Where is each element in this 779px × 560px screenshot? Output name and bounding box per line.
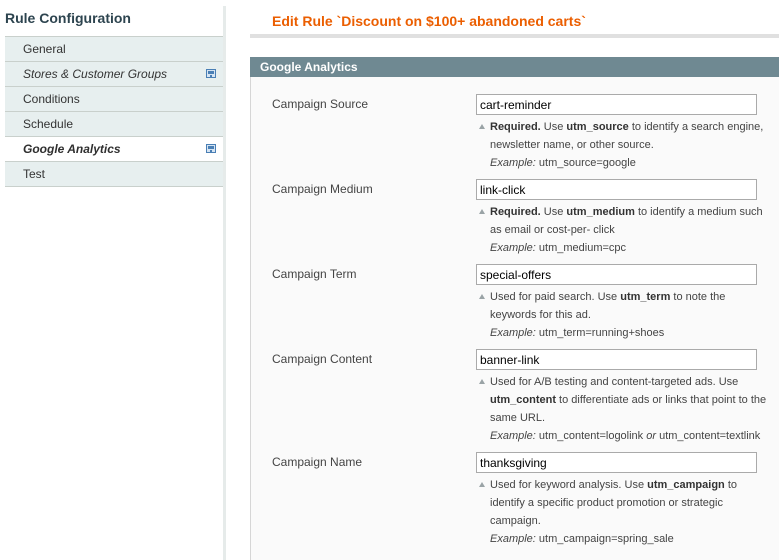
example-value: utm_source=google	[535, 157, 636, 169]
campaign-content-note: Used for A/B testing and content-targete…	[478, 373, 768, 445]
campaign-term-note: Used for paid search. Use utm_term to no…	[478, 288, 768, 342]
campaign-source-input[interactable]	[476, 94, 757, 115]
note-arrow-icon	[479, 209, 485, 214]
note-arrow-icon	[479, 294, 485, 299]
param-name: utm_source	[566, 121, 629, 133]
note-arrow-icon	[479, 482, 485, 487]
param-name: utm_campaign	[647, 479, 725, 491]
campaign-name-input[interactable]	[476, 452, 757, 473]
changed-icon	[206, 144, 216, 153]
tab-general[interactable]: General	[5, 37, 225, 62]
tab-label: Schedule	[23, 117, 74, 131]
page-title: Edit Rule `Discount on $100+ abandoned c…	[272, 13, 586, 29]
tab-stores-customer-groups[interactable]: Stores & Customer Groups	[5, 62, 225, 87]
campaign-source-label: Campaign Source	[272, 97, 369, 111]
tab-label: Test	[23, 167, 46, 181]
tab-conditions[interactable]: Conditions	[5, 87, 225, 112]
campaign-name-note: Used for keyword analysis. Use utm_campa…	[478, 476, 768, 548]
title-divider	[250, 34, 779, 38]
required-text: Required.	[490, 121, 541, 133]
tab-label: Google Analytics	[23, 142, 121, 156]
example-value: utm_content=textlink	[656, 430, 761, 442]
example-value: utm_content=logolink	[535, 430, 647, 442]
example-value: utm_campaign=spring_sale	[535, 533, 674, 545]
required-text: Required.	[490, 206, 541, 218]
tab-label: General	[23, 42, 66, 56]
sidebar-tabs: General Stores & Customer Groups Conditi…	[5, 36, 225, 187]
campaign-content-label: Campaign Content	[272, 352, 373, 366]
tab-schedule[interactable]: Schedule	[5, 112, 225, 137]
campaign-medium-note: Required. Use utm_medium to identify a m…	[478, 203, 768, 257]
campaign-term-input[interactable]	[476, 264, 757, 285]
campaign-source-note: Required. Use utm_source to identify a s…	[478, 118, 768, 172]
sidebar: Rule Configuration General Stores & Cust…	[0, 0, 225, 560]
campaign-medium-label: Campaign Medium	[272, 182, 373, 196]
campaign-term-label: Campaign Term	[272, 267, 357, 281]
param-name: utm_term	[620, 291, 671, 303]
note-arrow-icon	[479, 379, 485, 384]
changed-icon	[206, 69, 216, 78]
campaign-name-label: Campaign Name	[272, 455, 363, 469]
param-name: utm_content	[490, 394, 556, 406]
campaign-content-input[interactable]	[476, 349, 757, 370]
example-value: utm_term=running+shoes	[535, 327, 665, 339]
main-content: Edit Rule `Discount on $100+ abandoned c…	[250, 0, 779, 560]
example-value: utm_medium=cpc	[535, 242, 627, 254]
fieldset-body: Campaign Source Required. Use utm_source…	[250, 77, 779, 560]
note-arrow-icon	[479, 124, 485, 129]
tab-test[interactable]: Test	[5, 162, 225, 187]
sidebar-title: Rule Configuration	[5, 10, 131, 26]
tab-label: Conditions	[23, 92, 80, 106]
param-name: utm_medium	[566, 206, 635, 218]
tab-label: Stores & Customer Groups	[23, 67, 168, 81]
fieldset-header: Google Analytics	[250, 57, 779, 77]
campaign-medium-input[interactable]	[476, 179, 757, 200]
tab-google-analytics[interactable]: Google Analytics	[5, 137, 225, 162]
column-divider	[223, 6, 226, 560]
